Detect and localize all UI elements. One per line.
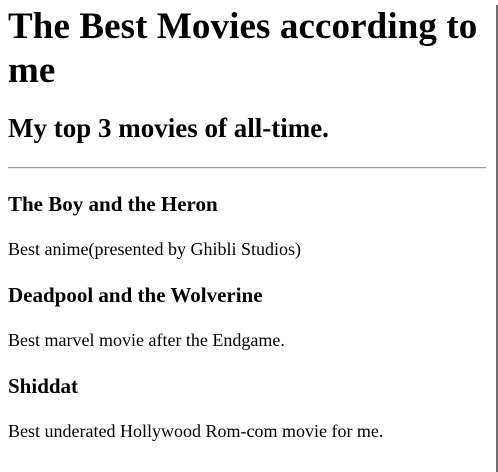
page-content: The Best Movies according to me My top 3…	[0, 5, 494, 442]
movie-item-3: Shiddat Best underated Hollywood Rom-com…	[8, 374, 486, 442]
page-title: The Best Movies according to me	[8, 6, 478, 91]
movie-item-2: Deadpool and the Wolverine Best marvel m…	[8, 283, 486, 351]
movie-item-1: The Boy and the Heron Best anime(present…	[8, 192, 486, 260]
movie-description: Best marvel movie after the Endgame.	[8, 330, 285, 350]
movie-title: Deadpool and the Wolverine	[8, 283, 263, 307]
movie-description: Best anime(presented by Ghibli Studios)	[8, 239, 301, 259]
page-subtitle: My top 3 movies of all-time.	[8, 113, 329, 143]
movie-title: The Boy and the Heron	[8, 192, 218, 216]
section-divider	[8, 167, 486, 169]
movie-title: Shiddat	[8, 374, 79, 398]
movie-description: Best underated Hollywood Rom-com movie f…	[8, 421, 384, 441]
